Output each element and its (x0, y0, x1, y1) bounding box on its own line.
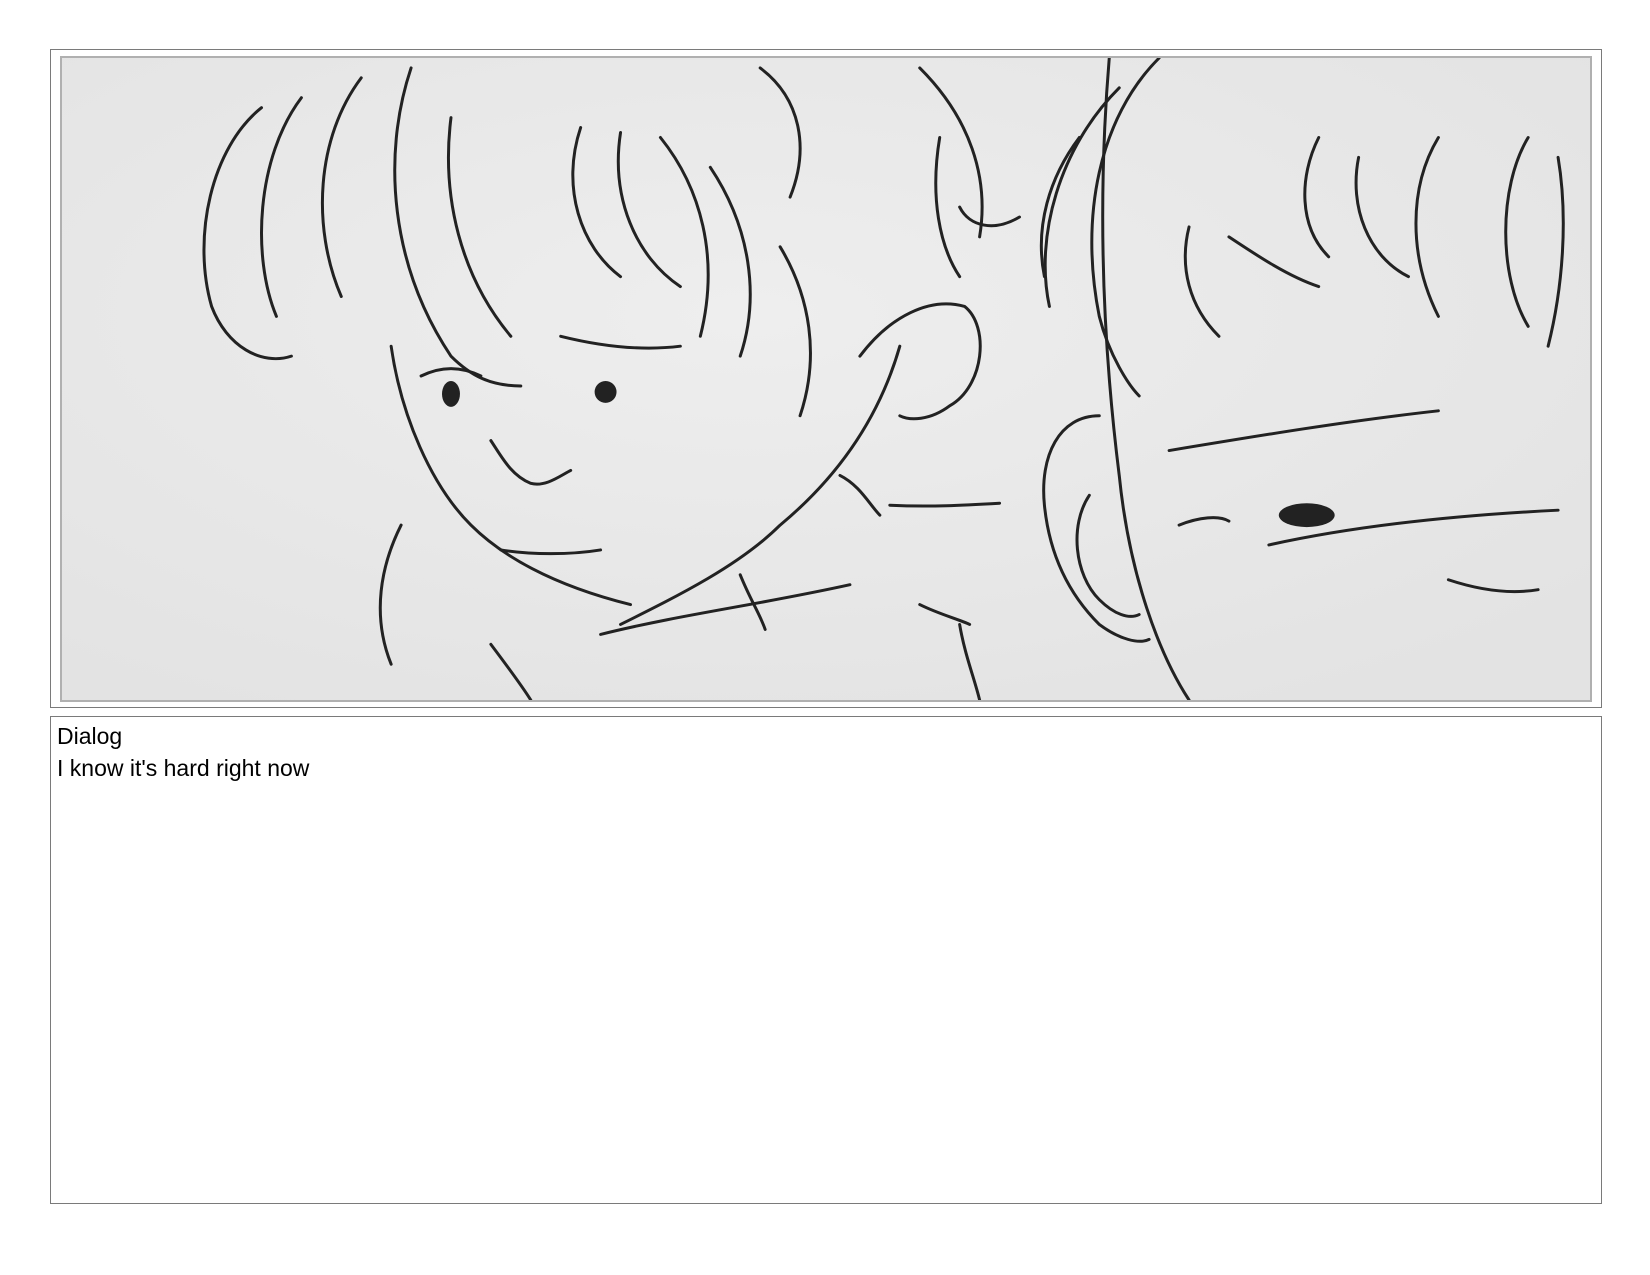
dialog-label: Dialog (57, 723, 123, 749)
sketch-drawing (62, 58, 1590, 700)
storyboard-sketch-image (60, 56, 1592, 702)
dialog-box: Dialog I know it's hard right now (50, 716, 1602, 1204)
storyboard-panel-frame (50, 49, 1602, 708)
right-child-eye (1278, 503, 1335, 528)
dialog-text: I know it's hard right now (57, 755, 310, 781)
storyboard-page: Dialog I know it's hard right now (0, 0, 1650, 1275)
